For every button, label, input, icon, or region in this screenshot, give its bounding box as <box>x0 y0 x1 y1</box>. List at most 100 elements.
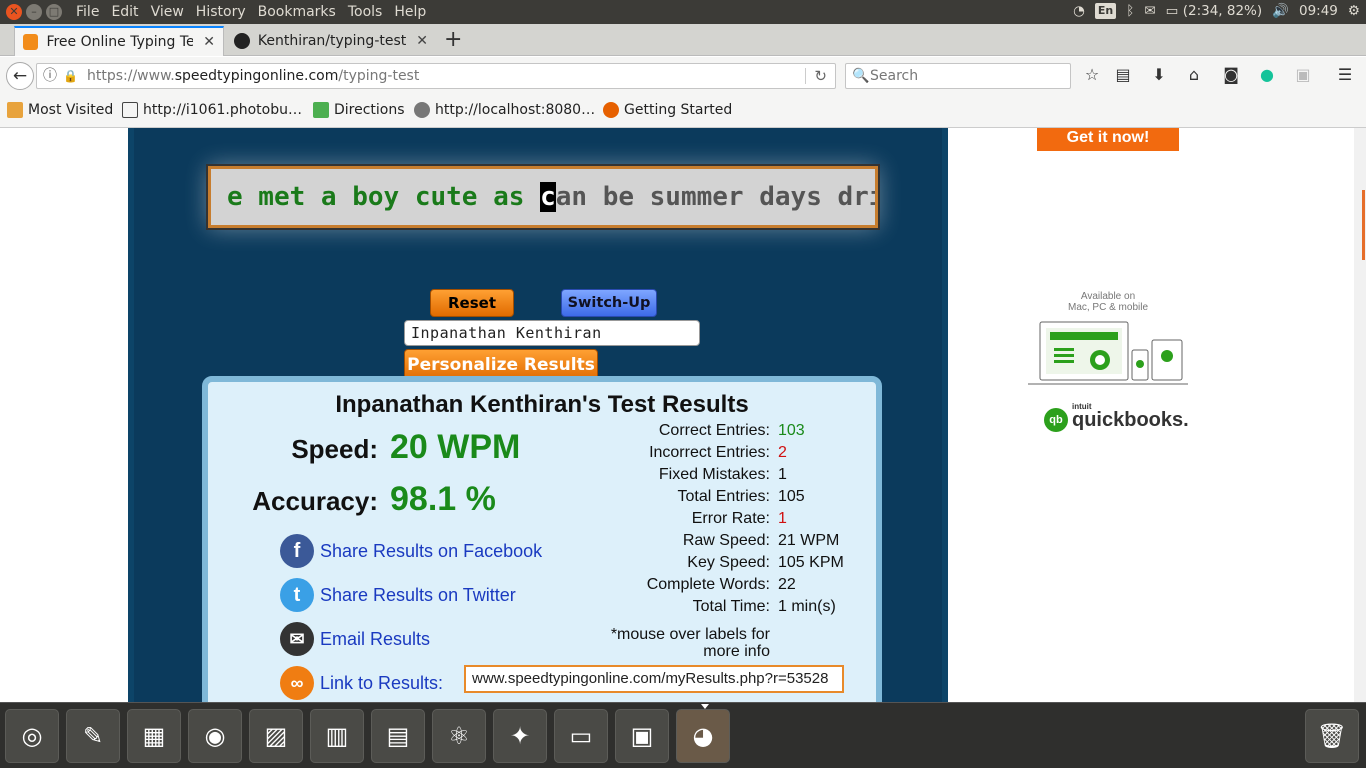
clock[interactable]: 09:49 <box>1299 3 1338 19</box>
pocket-icon[interactable]: ◙ <box>1220 64 1242 86</box>
window-minimize-button[interactable]: – <box>26 4 42 20</box>
tab-typing-test[interactable]: Free Online Typing Tes ✕ <box>14 26 224 56</box>
url-path: /typing-test <box>338 68 420 84</box>
menu-bookmarks[interactable]: Bookmarks <box>252 3 342 21</box>
bookmark-label: Getting Started <box>624 102 733 118</box>
new-tab-plus-icon[interactable]: + <box>444 27 462 52</box>
stat-label[interactable]: Raw Speed: <box>588 532 770 550</box>
stat-label[interactable]: Complete Words: <box>588 576 770 594</box>
speed-label[interactable]: Speed: <box>248 434 378 465</box>
battery-indicator[interactable]: ▭ (2:34, 82%) <box>1166 3 1263 19</box>
workspace-switcher-icon[interactable]: ▣ <box>615 709 669 763</box>
results-link-field[interactable]: www.speedtypingonline.com/myResults.php?… <box>464 665 844 693</box>
compass-app-icon[interactable]: ✦ <box>493 709 547 763</box>
stat-label[interactable]: Error Rate: <box>588 510 770 528</box>
ad-panel: Get it now! Available on Mac, PC & mobil… <box>948 128 1354 702</box>
bookmark-most-visited[interactable]: Most Visited <box>7 102 113 118</box>
quickbooks-logo[interactable]: qb intuit quickbooks. <box>1044 402 1189 432</box>
url-domain: speedtypingonline.com <box>174 68 339 84</box>
menu-view[interactable]: View <box>145 3 190 21</box>
system-top-bar: ✕ – □ File Edit View History Bookmarks T… <box>0 0 1366 24</box>
stat-label[interactable]: Total Entries: <box>588 488 770 506</box>
keyboard-layout-indicator[interactable]: En <box>1094 3 1117 19</box>
bookmark-photobucket[interactable]: http://i1061.photobu… <box>122 102 302 118</box>
menu-tools[interactable]: Tools <box>342 3 389 21</box>
page-scrollbar[interactable] <box>1354 128 1366 702</box>
stat-label[interactable]: Key Speed: <box>588 554 770 572</box>
mail-icon[interactable]: ✉ <box>1144 3 1155 19</box>
speedtyping-favicon-icon <box>23 34 39 50</box>
bluetooth-icon[interactable]: ᛒ <box>1126 3 1134 19</box>
site-info-icon[interactable]: ⓘ <box>43 64 57 88</box>
twitter-icon[interactable]: t <box>280 578 314 612</box>
file-manager-icon[interactable]: ▤ <box>371 709 425 763</box>
bookmark-star-icon[interactable]: ☆ <box>1081 64 1103 86</box>
share-twitter-row[interactable]: t Share Results on Twitter <box>280 578 516 612</box>
stat-label[interactable]: Fixed Mistakes: <box>588 466 770 484</box>
search-placeholder: Search <box>870 68 919 84</box>
left-gutter <box>0 128 128 702</box>
bookmark-label: Directions <box>334 102 405 118</box>
atom-editor-icon[interactable]: ⚛ <box>432 709 486 763</box>
wifi-icon[interactable]: ◔ <box>1073 3 1085 19</box>
accuracy-label[interactable]: Accuracy: <box>228 486 378 517</box>
stat-label[interactable]: Correct Entries: <box>588 422 770 440</box>
secure-lock-icon: 🔒 <box>63 69 78 83</box>
menu-edit[interactable]: Edit <box>105 3 144 21</box>
stat-label[interactable]: Total Time: <box>588 598 770 616</box>
page-icon <box>122 102 138 118</box>
firefox-icon[interactable]: ◕ <box>676 704 730 763</box>
back-arrow-icon[interactable]: ← <box>6 62 34 90</box>
bookmark-localhost[interactable]: http://localhost:8080… <box>414 102 595 118</box>
system-indicators: ◔ En ᛒ ✉ ▭ (2:34, 82%) 🔊 09:49 ⚙ <box>1073 3 1360 19</box>
window-close-button[interactable]: ✕ <box>6 4 22 20</box>
bookmark-directions[interactable]: Directions <box>313 102 405 118</box>
share-twitter-link[interactable]: Share Results on Twitter <box>320 585 516 606</box>
address-bar[interactable]: ⓘ 🔒 https://www.speedtypingonline.com/ty… <box>36 63 836 89</box>
grammarly-icon[interactable]: ● <box>1256 64 1278 86</box>
quickbooks-wordmark: quickbooks. <box>1072 408 1189 431</box>
presentation-app-icon[interactable]: ▨ <box>249 709 303 763</box>
typed-text: e met a boy cute as <box>227 182 541 212</box>
facebook-icon[interactable]: f <box>280 534 314 568</box>
switch-up-button[interactable]: Switch-Up <box>561 289 657 317</box>
email-row[interactable]: ✉ Email Results <box>280 622 430 656</box>
home-icon[interactable]: ⌂ <box>1183 64 1205 86</box>
envelope-icon[interactable]: ✉ <box>280 622 314 656</box>
hamburger-menu-icon[interactable]: ☰ <box>1334 64 1356 86</box>
ad-availability-text: Available on Mac, PC & mobile <box>1028 291 1188 313</box>
reading-list-icon[interactable]: ▤ <box>1112 64 1134 86</box>
ad-get-it-now-button[interactable]: Get it now! <box>1037 128 1179 151</box>
camera-icon[interactable]: ◉ <box>188 709 242 763</box>
spreadsheet-app-icon[interactable]: ▥ <box>310 709 364 763</box>
email-results-link[interactable]: Email Results <box>320 629 430 650</box>
pdf-viewer-icon[interactable]: ✎ <box>66 709 120 763</box>
scrollbar-thumb[interactable] <box>1362 190 1365 260</box>
window-maximize-button[interactable]: □ <box>46 4 62 20</box>
downloads-icon[interactable]: ⬇ <box>1148 64 1170 86</box>
settings-gear-icon[interactable]: ⚙ <box>1348 3 1360 19</box>
menu-help[interactable]: Help <box>388 3 432 21</box>
stat-label[interactable]: Incorrect Entries: <box>588 444 770 462</box>
bookmark-getting-started[interactable]: Getting Started <box>603 102 732 118</box>
reset-button[interactable]: Reset <box>430 289 514 317</box>
share-facebook-link[interactable]: Share Results on Facebook <box>320 541 542 562</box>
stat-value: 105 <box>778 488 805 505</box>
menu-file[interactable]: File <box>70 3 105 21</box>
image-viewer-icon[interactable]: ▦ <box>127 709 181 763</box>
volume-icon[interactable]: 🔊 <box>1272 3 1289 19</box>
reload-icon[interactable]: ↻ <box>814 64 827 88</box>
browser-nav-bar: ← ⓘ 🔒 https://www.speedtypingonline.com/… <box>0 57 1366 94</box>
search-input[interactable]: 🔍 Search <box>845 63 1071 89</box>
extension-icon[interactable]: ▣ <box>1292 64 1314 86</box>
share-facebook-row[interactable]: f Share Results on Facebook <box>280 534 542 568</box>
name-input[interactable] <box>404 320 700 346</box>
menu-history[interactable]: History <box>190 3 252 21</box>
tab-github[interactable]: Kenthiran/typing-test ✕ <box>226 26 436 56</box>
tab-close-icon[interactable]: ✕ <box>416 33 428 49</box>
terminal-icon[interactable]: ▭ <box>554 709 608 763</box>
trash-icon[interactable]: 🗑 <box>1305 709 1359 763</box>
ubuntu-dash-icon[interactable]: ◎ <box>5 709 59 763</box>
tab-close-icon[interactable]: ✕ <box>203 34 215 50</box>
typing-text-display[interactable]: e met a boy cute as can be summer days d… <box>208 166 878 228</box>
